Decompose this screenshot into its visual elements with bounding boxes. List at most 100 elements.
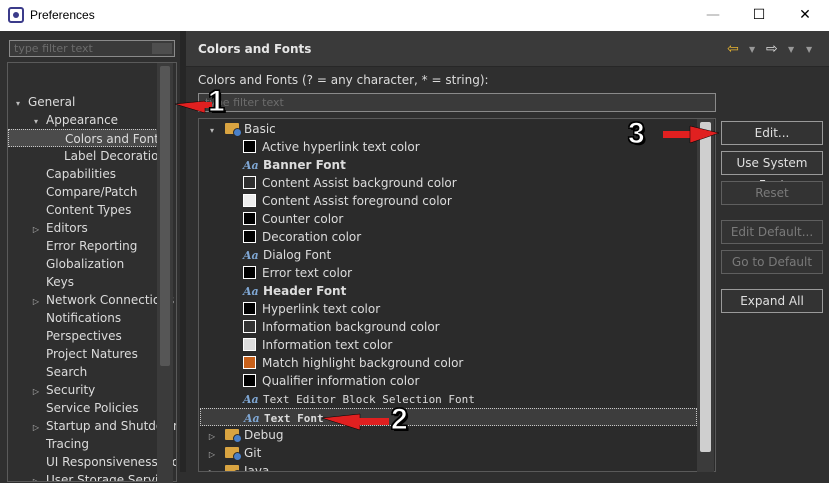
font-icon: Aa [243, 159, 259, 172]
color-row[interactable]: Information text color [243, 336, 392, 354]
row-label: Information text color [262, 338, 393, 352]
tree-item[interactable]: Error Reporting [30, 237, 137, 255]
tree-item-label: Content Types [46, 203, 132, 217]
use-system-font-button[interactable]: Use System Font [721, 151, 823, 192]
preference-tree: ▾ General ▾ Appearance Colors and Fonts Label… [7, 62, 177, 482]
clear-filter-button[interactable] [152, 43, 172, 54]
font-row[interactable]: Aa Dialog Font [243, 246, 331, 264]
color-row[interactable]: Error text color [243, 264, 352, 282]
tree-item[interactable]: ▷ User Storage Service [30, 471, 172, 481]
tree-item-label: Keys [46, 275, 75, 289]
row-label: Dialog Font [263, 248, 332, 262]
tree-item[interactable]: ▷ Security [30, 381, 95, 399]
back-history-dropdown-icon[interactable]: ▼ [749, 45, 755, 54]
maximize-button[interactable]: ☐ [736, 0, 782, 31]
row-label: Java [244, 464, 270, 472]
tree-item[interactable]: Label Decorations [48, 147, 172, 165]
tree-item-label: Appearance [46, 113, 119, 127]
tree-item[interactable]: Keys [30, 273, 74, 291]
close-button[interactable]: ✕ [782, 0, 828, 31]
color-swatch-icon [243, 266, 256, 279]
expanded-twisty-icon[interactable]: ▾ [205, 122, 219, 140]
row-label: Hyperlink text color [262, 302, 381, 316]
filter-description: Colors and Fonts (? = any character, * =… [198, 73, 489, 87]
category-row[interactable]: ▷ Debug [205, 426, 283, 444]
tree-item[interactable]: Project Natures [30, 345, 138, 363]
page-title: Colors and Fonts [198, 42, 312, 56]
minimize-button[interactable]: — [690, 0, 736, 31]
go-to-default-button[interactable]: Go to Default [721, 250, 823, 274]
tree-item[interactable]: Perspectives [30, 327, 122, 345]
tree-item-label: Network Connections [46, 293, 175, 307]
edit-default-button[interactable]: Edit Default... [721, 220, 823, 244]
collapsed-twisty-icon[interactable]: ▷ [30, 473, 42, 481]
font-row[interactable]: Aa Text Editor Block Selection Font [243, 390, 475, 408]
collapsed-twisty-icon[interactable]: ▷ [205, 464, 219, 471]
color-row[interactable]: Qualifier information color [243, 372, 419, 390]
tree-item[interactable]: Tracing [30, 435, 89, 453]
row-label: Qualifier information color [262, 374, 420, 388]
tree-item-label: Globalization [46, 257, 125, 271]
color-row[interactable]: Hyperlink text color [243, 300, 380, 318]
colors-filter-input[interactable]: type filter text [198, 93, 716, 112]
annotation-number-3: 3 [628, 117, 646, 151]
font-row[interactable]: Aa Banner Font [243, 156, 346, 174]
color-swatch-icon [243, 302, 256, 315]
color-row[interactable]: Counter color [243, 210, 343, 228]
tree-item[interactable]: Content Types [30, 201, 131, 219]
list-scrollbar[interactable] [697, 119, 714, 472]
font-row[interactable]: Aa Header Font [243, 282, 346, 300]
color-row[interactable]: Decoration color [243, 228, 361, 246]
forward-arrow-icon[interactable]: ⇨ [766, 41, 778, 57]
color-row[interactable]: Content Assist foreground color [243, 192, 452, 210]
color-row[interactable]: Match highlight background color [243, 354, 463, 372]
tree-item[interactable]: ▾ Appearance [30, 111, 118, 129]
tree-scrollbar-thumb[interactable] [160, 66, 170, 366]
category-row[interactable]: ▷ Git [205, 444, 261, 462]
view-menu-icon[interactable]: ▼ [806, 45, 812, 54]
expanded-twisty-icon[interactable]: ▾ [12, 95, 24, 113]
eclipse-app-icon [8, 7, 24, 23]
tree-item[interactable]: Service Policies [30, 399, 139, 417]
tree-item[interactable]: UI Responsiveness Monitoring [30, 453, 176, 471]
color-row[interactable]: Active hyperlink text color [243, 138, 420, 156]
tree-item[interactable]: Compare/Patch [30, 183, 137, 201]
folder-icon [225, 447, 242, 461]
tree-item[interactable]: ▷ Startup and Shutdown [30, 417, 176, 435]
tree-item[interactable]: Capabilities [30, 165, 116, 183]
color-row[interactable]: Information background color [243, 318, 440, 336]
tree-item[interactable]: ▾ General [12, 93, 75, 111]
tree-item-label: Service Policies [46, 401, 139, 415]
tree-item[interactable]: Search [30, 363, 87, 381]
tree-filter-input[interactable]: type filter text [9, 40, 175, 57]
tree-item[interactable]: Colors and Fonts [8, 129, 165, 147]
tree-item[interactable]: Notifications [30, 309, 121, 327]
tree-item[interactable]: ▷ Network Connections [30, 291, 174, 309]
color-swatch-icon [243, 176, 256, 189]
font-row[interactable]: Aa Text Font [200, 408, 697, 426]
pane-divider[interactable] [180, 31, 186, 472]
category-row[interactable]: ▾ Basic [205, 120, 276, 138]
color-row[interactable]: Content Assist background color [243, 174, 457, 192]
edit-button[interactable]: Edit... [721, 121, 823, 145]
annotation-number-2: 2 [391, 403, 409, 437]
tree-scrollbar[interactable] [157, 63, 173, 483]
tree-item-label: Capabilities [46, 167, 116, 181]
reset-button[interactable]: Reset [721, 181, 823, 205]
list-scrollbar-thumb[interactable] [700, 122, 711, 452]
font-icon: Aa [243, 249, 259, 262]
expand-all-button[interactable]: Expand All [721, 289, 823, 313]
tree-item[interactable]: Globalization [30, 255, 124, 273]
row-label: Git [244, 446, 262, 460]
folder-icon [225, 429, 242, 443]
tree-item[interactable]: ▷ Editors [30, 219, 88, 237]
color-swatch-icon [243, 140, 256, 153]
tree-item-label: Tracing [46, 437, 90, 451]
category-row[interactable]: ▷ Java [205, 462, 270, 472]
forward-history-dropdown-icon[interactable]: ▼ [788, 45, 794, 54]
back-arrow-icon[interactable]: ⇦ [727, 41, 739, 57]
tree-item-label: Compare/Patch [46, 185, 138, 199]
font-icon: Aa [243, 393, 259, 406]
color-swatch-icon [243, 194, 256, 207]
tree-item-label: Error Reporting [46, 239, 138, 253]
